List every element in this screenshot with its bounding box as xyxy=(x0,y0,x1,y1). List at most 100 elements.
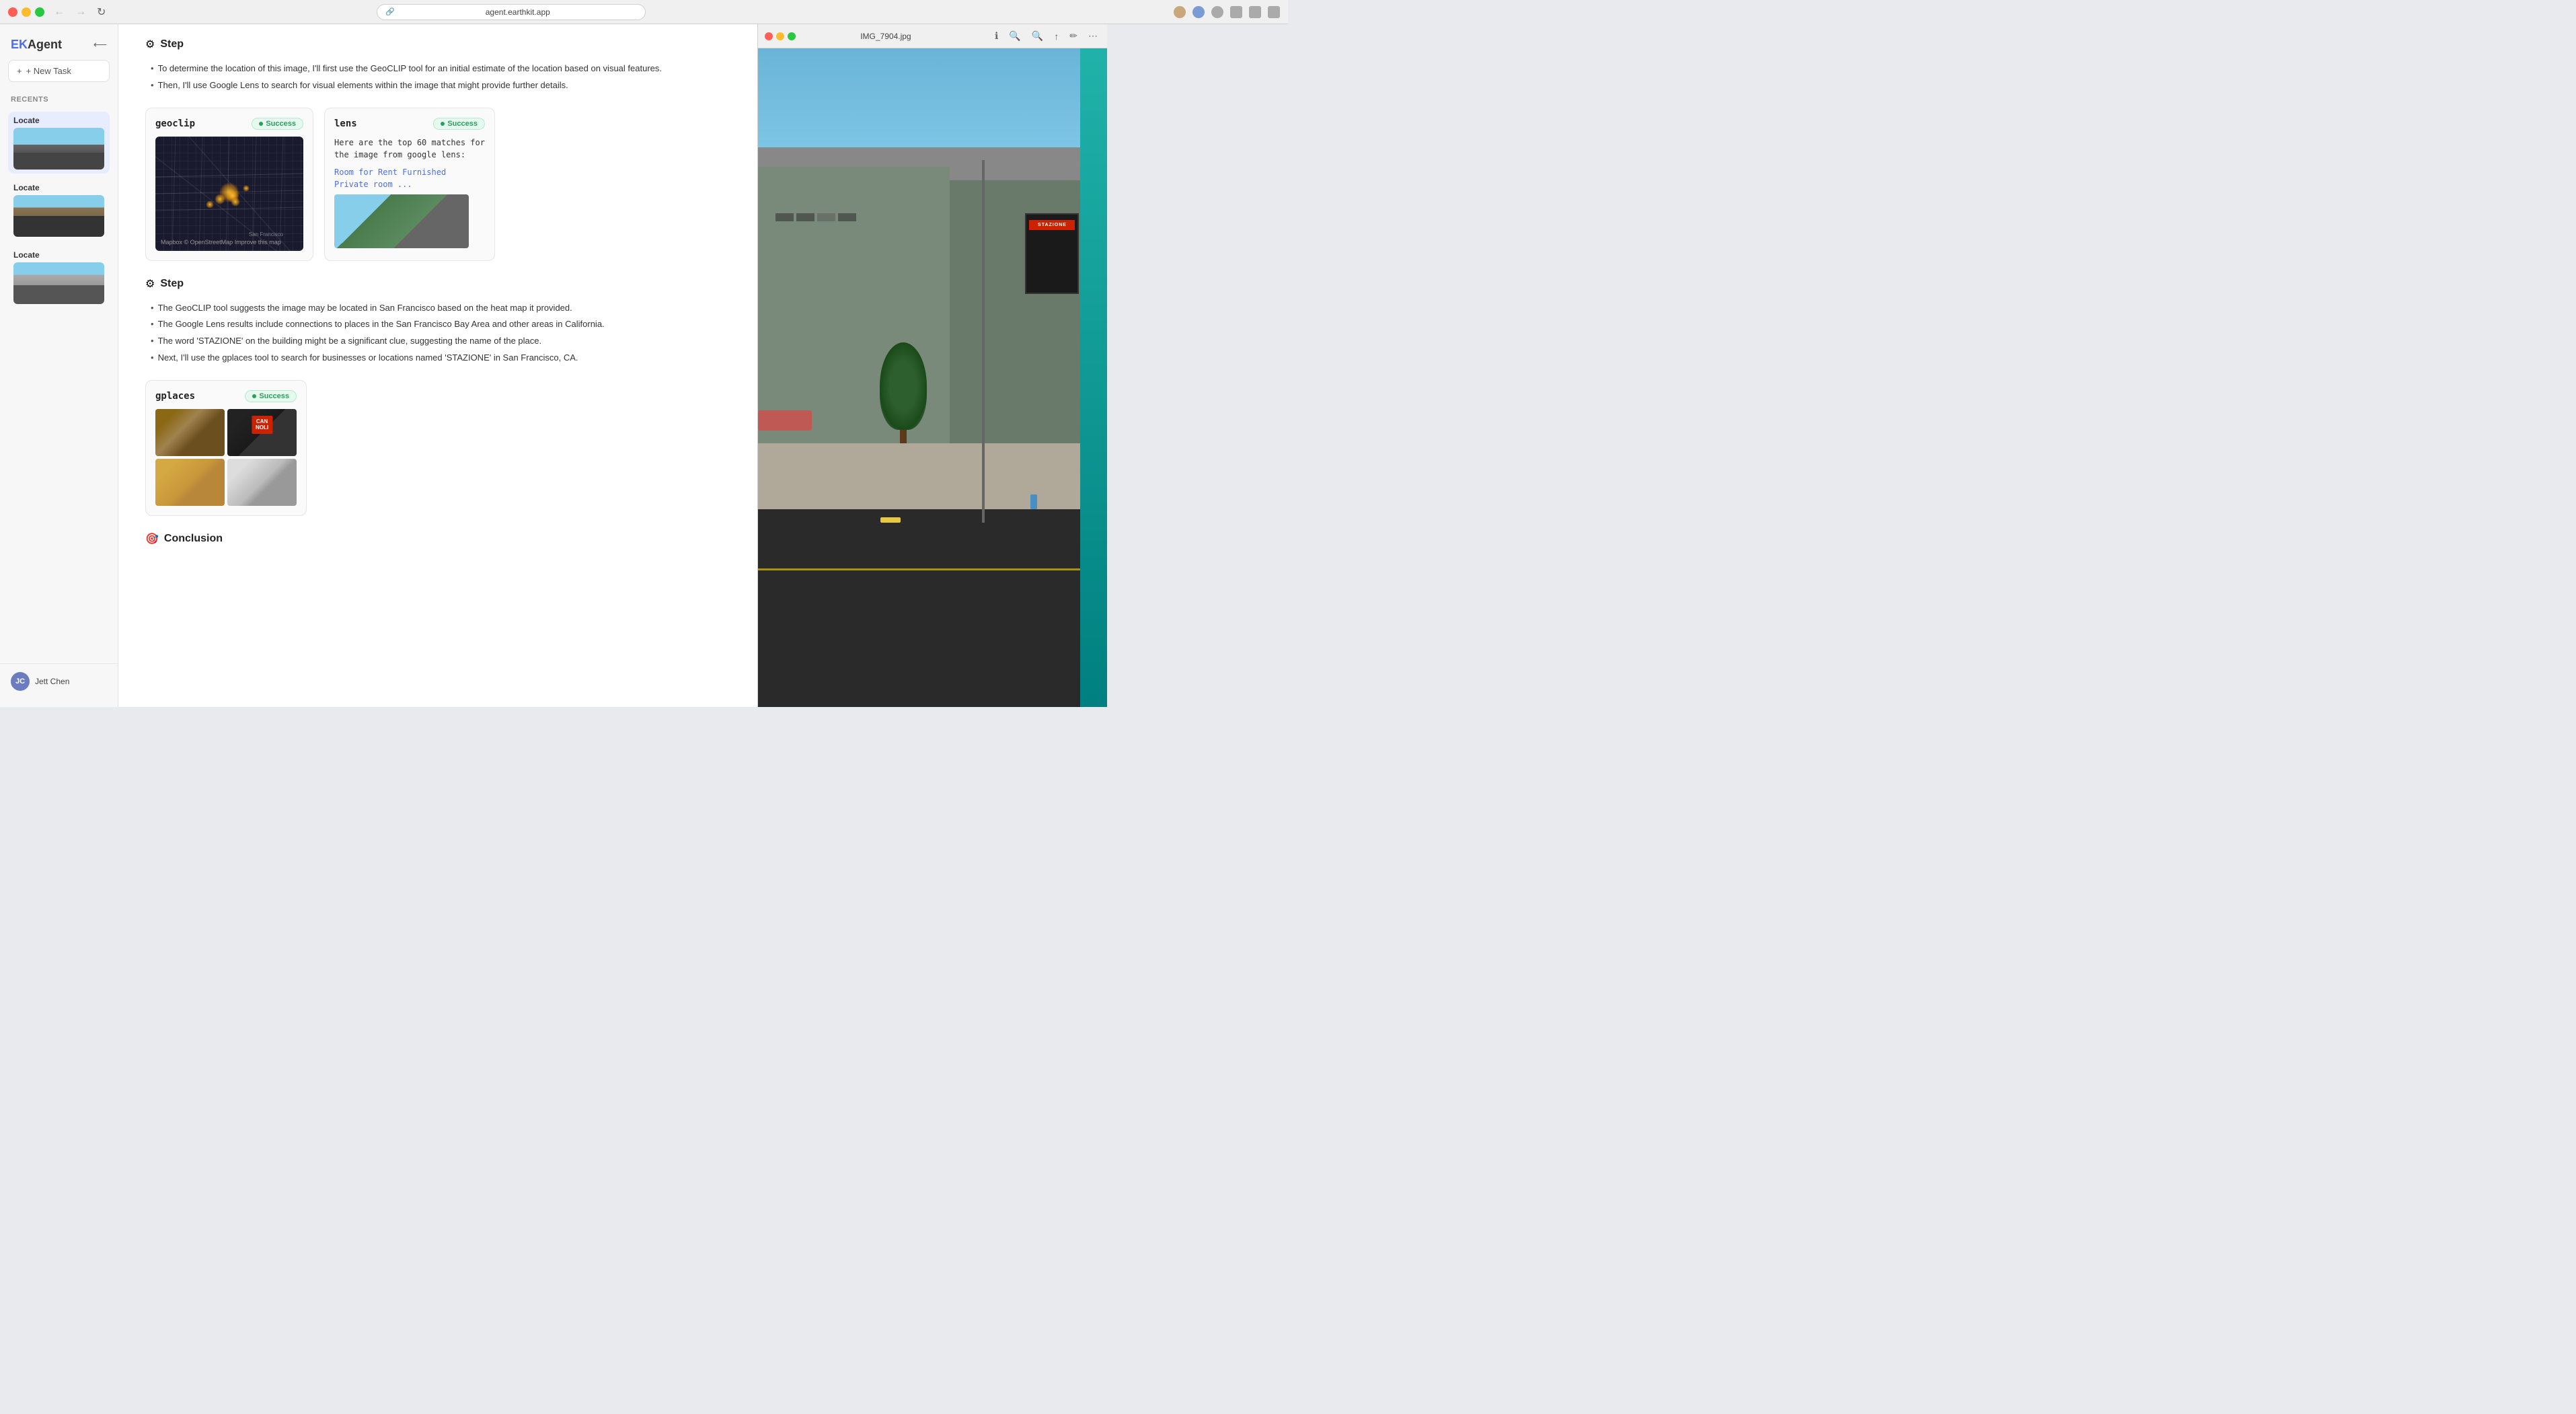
sidebar-item-label-1: Locate xyxy=(13,116,104,125)
user-avatar: JC xyxy=(11,672,30,691)
sidebar-item-locate-1[interactable]: Locate xyxy=(0,109,118,176)
bus xyxy=(758,410,812,431)
extension-icon[interactable] xyxy=(1192,6,1205,18)
viewer-maximize-dot[interactable] xyxy=(788,32,796,40)
heat-dot-4 xyxy=(231,197,240,207)
new-task-label: + New Task xyxy=(26,66,71,76)
logo-ek: EK xyxy=(11,38,28,51)
step1-header: ⚙ Step xyxy=(145,38,730,51)
main-area: EKAgent ⟵ + + New Task Recents Locate Lo… xyxy=(0,24,1288,707)
lens-intro-text: Here are the top 60 matches forthe image… xyxy=(334,137,485,161)
split-icon[interactable] xyxy=(1268,6,1280,18)
tree xyxy=(863,342,944,457)
step2-bullets: The GeoCLIP tool suggests the image may … xyxy=(145,300,730,367)
step2-header: ⚙ Step xyxy=(145,277,730,291)
viewer-chrome: IMG_7904.jpg ℹ 🔍 🔍 ↑ ✏ ⋯ xyxy=(758,24,1107,48)
gplaces-thumb-4 xyxy=(227,459,297,506)
viewer-close-dot[interactable] xyxy=(765,32,773,40)
app-logo: EKAgent xyxy=(11,38,62,52)
reload-button[interactable]: ↻ xyxy=(93,3,110,22)
viewer-edit-button[interactable]: ✏ xyxy=(1067,29,1080,43)
gplaces-thumb-1 xyxy=(155,409,225,456)
viewer-filename: IMG_7904.jpg xyxy=(860,32,911,41)
lens-thumbnail xyxy=(334,194,469,248)
sidebar: EKAgent ⟵ + + New Task Recents Locate Lo… xyxy=(0,24,118,707)
lens-header: lens Success xyxy=(334,118,485,130)
curb-marking xyxy=(880,517,901,523)
viewer-image: STAZIONE xyxy=(758,48,1107,707)
sidebar-item-locate-2[interactable]: Locate xyxy=(0,176,118,244)
sidebar-item-label-3: Locate xyxy=(13,250,104,260)
gplaces-thumb-2: CANNOLI xyxy=(227,409,297,456)
lens-badge-dot xyxy=(441,122,445,126)
badge-dot xyxy=(259,122,263,126)
back-button[interactable]: ← xyxy=(50,3,69,21)
viewer-info-button[interactable]: ℹ xyxy=(992,29,1001,43)
geoclip-badge: Success xyxy=(252,118,303,130)
gplaces-card: gplaces Success CANNOLI xyxy=(145,380,307,516)
window xyxy=(817,213,835,221)
browser-chrome: ← → ↻ 🔗 agent.earthkit.app xyxy=(0,0,1288,24)
viewer-toolbar: ℹ 🔍 🔍 ↑ ✏ ⋯ xyxy=(992,29,1100,43)
gplaces-badge: Success xyxy=(245,390,297,402)
lens-link-text[interactable]: Room for Rent FurnishedPrivate room ... xyxy=(334,166,485,190)
utility-pole xyxy=(982,160,985,522)
profile-icon[interactable] xyxy=(1174,6,1186,18)
forward-button[interactable]: → xyxy=(71,3,90,21)
step2-bullet-4: Next, I'll use the gplaces tool to searc… xyxy=(151,350,730,367)
tree-canopy xyxy=(880,342,927,430)
new-task-button[interactable]: + + New Task xyxy=(8,60,110,82)
viewer-more-button[interactable]: ⋯ xyxy=(1086,29,1100,43)
sidebar-item-label-2: Locate xyxy=(13,183,104,192)
image-viewer: IMG_7904.jpg ℹ 🔍 🔍 ↑ ✏ ⋯ xyxy=(757,24,1107,707)
geoclip-status: Success xyxy=(266,120,296,128)
conclusion-icon: 🎯 xyxy=(145,532,159,546)
windows-grid xyxy=(775,213,856,221)
lens-card: lens Success Here are the top 60 matches… xyxy=(324,108,495,261)
gplaces-grid: CANNOLI xyxy=(155,409,297,506)
map-attribution: Mapbox © OpenStreetMap Improve this map xyxy=(161,239,281,246)
gplaces-name: gplaces xyxy=(155,391,195,402)
window xyxy=(838,213,856,221)
viewer-zoom-out-button[interactable]: 🔍 xyxy=(1006,29,1023,43)
step2-bullet-1: The GeoCLIP tool suggests the image may … xyxy=(151,300,730,317)
browser-right-icons xyxy=(1174,6,1280,18)
address-bar[interactable]: 🔗 agent.earthkit.app xyxy=(377,4,646,20)
viewer-minimize-dot[interactable] xyxy=(776,32,784,40)
user-initials: JC xyxy=(15,677,25,685)
sidebar-collapse-button[interactable]: ⟵ xyxy=(93,39,107,50)
window xyxy=(796,213,815,221)
conclusion-title: Conclusion xyxy=(164,533,223,545)
viewer-share-button[interactable]: ↑ xyxy=(1051,29,1061,43)
step2-bullet-3: The word 'STAZIONE' on the building migh… xyxy=(151,333,730,350)
gplaces-badge-dot xyxy=(252,394,256,398)
sidebar-item-locate-3[interactable]: Locate xyxy=(0,244,118,311)
heat-dot-3 xyxy=(215,194,225,204)
main-content: ⚙ Step To determine the location of this… xyxy=(118,24,757,707)
geoclip-name: geoclip xyxy=(155,118,195,129)
heat-dot-5 xyxy=(206,200,214,209)
geoclip-map: San Francisco Mapbox © OpenStreetMap Imp… xyxy=(155,137,303,251)
recents-label: Recents xyxy=(0,93,118,109)
road-marking xyxy=(758,568,1107,570)
clock-icon[interactable] xyxy=(1211,6,1223,18)
sidebar-user: JC Jett Chen xyxy=(0,663,118,699)
window-close-button[interactable] xyxy=(8,7,17,17)
sidebar-logo-area: EKAgent ⟵ xyxy=(0,32,118,60)
gplaces-thumb-3 xyxy=(155,459,225,506)
window-maximize-button[interactable] xyxy=(35,7,44,17)
window xyxy=(775,213,794,221)
viewer-zoom-in-button[interactable]: 🔍 xyxy=(1029,29,1046,43)
lens-name: lens xyxy=(334,118,357,129)
window-minimize-button[interactable] xyxy=(22,7,31,17)
user-name: Jett Chen xyxy=(35,677,69,686)
sidebar-icon[interactable] xyxy=(1249,6,1261,18)
grid-icon[interactable] xyxy=(1230,6,1242,18)
sidebar-thumbnail-1 xyxy=(13,128,104,170)
conclusion-header: 🎯 Conclusion xyxy=(145,532,730,546)
teal-side-panel xyxy=(1080,48,1107,707)
cannoli-sign: CANNOLI xyxy=(252,416,272,434)
geoclip-header: geoclip Success xyxy=(155,118,303,130)
step1-icon: ⚙ xyxy=(145,38,155,51)
road xyxy=(758,509,1107,707)
